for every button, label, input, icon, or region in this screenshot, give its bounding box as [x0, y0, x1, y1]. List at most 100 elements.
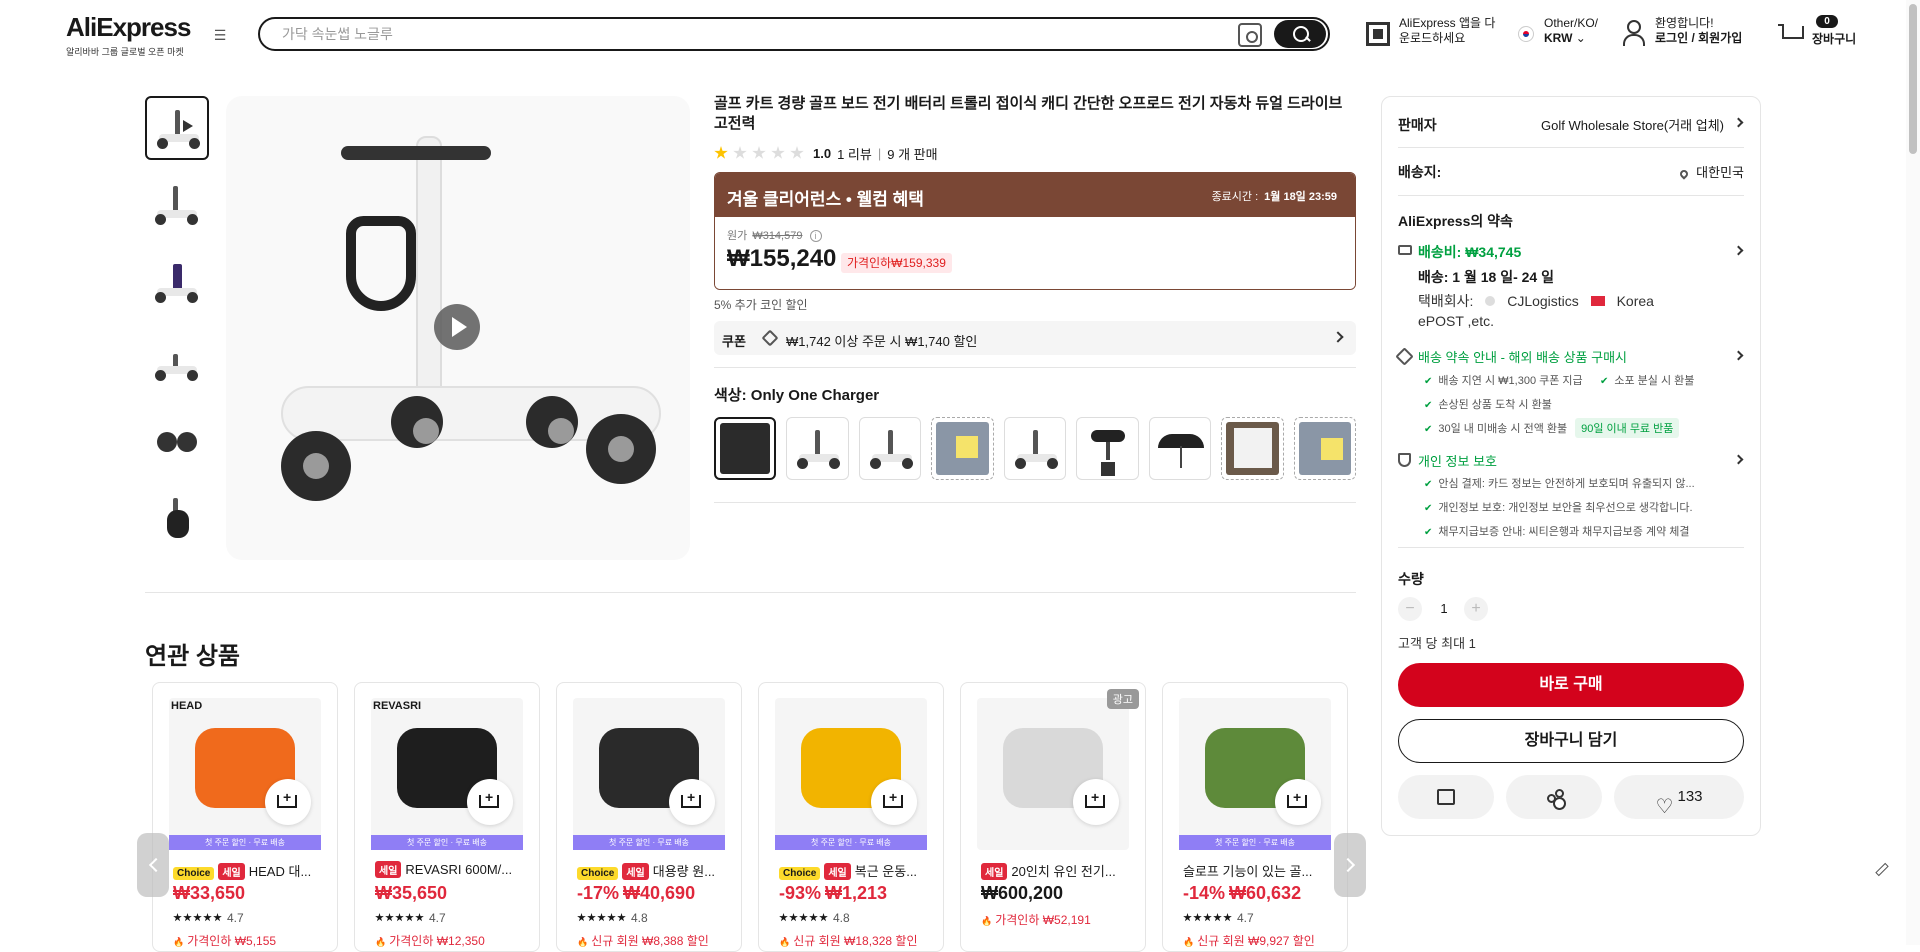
page-scrollbar[interactable]	[1906, 0, 1920, 945]
discount-percent: -93%	[779, 883, 822, 903]
product-image[interactable]	[573, 698, 725, 850]
related-product-card[interactable]: 첫 주문 할인 · 무료 배송 Choice세일대용량 원... -17%₩40,6…	[556, 682, 742, 952]
product-name-row[interactable]: Choice 세일 HEAD 대...	[173, 861, 333, 880]
cart-link[interactable]: 장바구니	[1812, 32, 1856, 47]
info-icon[interactable]: i	[809, 230, 822, 242]
aliexpress-logo[interactable]: AliExpress 알리바바 그룹 글로벌 오픈 마켓	[66, 12, 191, 58]
seller-row[interactable]: 판매자 Golf Wholesale Store(거래 업체)	[1398, 115, 1744, 135]
thumbnail-image[interactable]	[145, 330, 209, 394]
app-download-link[interactable]: AliExpress 앱을 다 운로드하세요	[1399, 16, 1495, 46]
swatch-umbrella[interactable]	[1148, 417, 1212, 480]
share-icon	[1546, 789, 1564, 805]
swatch-doc[interactable]	[1221, 417, 1284, 480]
product-name-row[interactable]: Choice 세일 복근 운동...	[779, 861, 939, 880]
heart-icon	[1655, 785, 1673, 829]
star-icon	[597, 913, 606, 922]
share-button[interactable]	[1506, 775, 1602, 819]
quantity-value[interactable]: 1	[1434, 601, 1454, 616]
swatch-scooter-2[interactable]	[1003, 417, 1067, 480]
star-icon	[203, 913, 212, 922]
main-product-image[interactable]	[226, 96, 690, 560]
add-to-cart-icon[interactable]	[669, 779, 715, 825]
product-image[interactable]: REVASRI	[371, 698, 523, 850]
promo-banner: 겨울 클리어런스 • 웰컴 혜택 종료시간 : 1월 18일 23:59	[715, 173, 1355, 217]
add-to-cart-button[interactable]: 장바구니 담기	[1398, 719, 1744, 763]
thumbnail-image[interactable]	[145, 174, 209, 238]
star-icon	[375, 913, 384, 922]
thumbnail-image[interactable]	[145, 252, 209, 316]
ship-to-row[interactable]: 배송지: 대한민국	[1398, 162, 1744, 182]
region-selector[interactable]: Other/KO/ KRW ⌄	[1544, 16, 1598, 46]
scooter-pole	[416, 136, 442, 396]
coupon-row[interactable]: 쿠폰 ₩1,742 이상 주문 시 ₩1,740 할인	[714, 321, 1356, 355]
sale-badge: 세일	[981, 863, 1008, 880]
add-to-cart-icon[interactable]	[871, 779, 917, 825]
store-button[interactable]	[1398, 775, 1494, 819]
sale-price: ₩155,240	[727, 245, 837, 272]
product-name-row[interactable]: Choice 세일 대용량 원...	[577, 861, 737, 880]
login-link[interactable]: 환영합니다! 로그인 / 회원가입	[1655, 16, 1742, 46]
epost-logo-icon	[1590, 296, 1605, 306]
related-product-card[interactable]: 광고세일20인치 유인 전기... ₩600,200 🔥가격인하 ₩52,191	[960, 682, 1146, 952]
related-product-card[interactable]: REVASRI 첫 주문 할인 · 무료 배송세일REVASRI 600M/...…	[354, 682, 540, 952]
ship-to-country: 대한민국	[1696, 165, 1744, 180]
video-play-button[interactable]	[434, 304, 480, 350]
star-icon	[809, 913, 818, 922]
add-to-cart-icon[interactable]	[467, 779, 513, 825]
add-to-cart-icon[interactable]	[265, 779, 311, 825]
swatch-scooter-bag[interactable]	[858, 417, 922, 480]
swatch-charger[interactable]	[714, 417, 777, 480]
product-image[interactable]	[1179, 698, 1331, 850]
user-icon[interactable]	[1622, 20, 1645, 46]
coin-discount: 5% 추가 코인 할인	[714, 298, 808, 312]
quantity-increase-button[interactable]: +	[1464, 597, 1488, 621]
product-name-row[interactable]: 슬로프 기능이 있는 골...	[1183, 861, 1343, 880]
discount-badge: 가격인하₩159,339	[841, 253, 952, 273]
add-to-cart-icon[interactable]	[1073, 779, 1119, 825]
feedback-edit-icon[interactable]	[1872, 860, 1888, 876]
thumbnail-video[interactable]	[145, 96, 209, 160]
cart-icon[interactable]	[1778, 22, 1804, 44]
carousel-next-button[interactable]	[1334, 833, 1366, 897]
first-order-strip: 첫 주문 할인 · 무료 배송	[775, 835, 927, 850]
star-icon	[577, 913, 586, 922]
product-name-row[interactable]: 세일 20인치 유인 전기...	[981, 861, 1141, 880]
related-product-card[interactable]: HEAD첫 주문 할인 · 무료 배송Choice세일HEAD 대...₩33,…	[152, 682, 338, 952]
search-input[interactable]	[282, 24, 1182, 44]
privacy-title[interactable]: 개인 정보 보호	[1418, 451, 1744, 470]
star-icon	[1183, 913, 1192, 922]
search-button[interactable]	[1274, 20, 1326, 48]
product-image[interactable]	[775, 698, 927, 850]
star-icon	[183, 913, 192, 922]
swatch-note-2[interactable]	[1293, 417, 1356, 480]
menu-icon[interactable]: ☰	[210, 27, 230, 45]
delivery-guarantee-icon	[1395, 347, 1414, 366]
shield-icon	[1398, 453, 1411, 467]
guarantee-item-refund: 30일 내 미배송 시 전액 환불 90일 이내 무료 반품	[1424, 418, 1680, 438]
review-count[interactable]: 1 리뷰	[837, 144, 872, 163]
delivery-guarantee-title[interactable]: 배송 약속 안내 - 해외 배송 상품 구매시	[1418, 347, 1744, 366]
product-price: ₩40,690	[623, 883, 696, 903]
carousel-prev-button[interactable]	[137, 833, 169, 897]
buy-now-button[interactable]: 바로 구매	[1398, 663, 1744, 707]
rating-value: 4.7	[1237, 911, 1254, 925]
qr-code-icon[interactable]	[1366, 22, 1390, 46]
shipping-fee[interactable]: 배송비: ₩34,745	[1418, 242, 1744, 262]
thumbnail-image[interactable]	[145, 486, 209, 550]
product-image[interactable]	[977, 698, 1129, 850]
swatch-seat[interactable]	[1076, 417, 1139, 480]
related-product-card[interactable]: 첫 주문 할인 · 무료 배송 Choice세일복근 운동... -93%₩1,21…	[758, 682, 944, 952]
image-search-icon[interactable]	[1238, 23, 1262, 47]
promo-title: 겨울 클리어런스 • 웰컴 혜택	[727, 190, 924, 209]
quantity-decrease-button[interactable]: −	[1398, 597, 1422, 621]
related-product-card[interactable]: 첫 주문 할인 · 무료 배송슬로프 기능이 있는 골... -14%₩60,63…	[1162, 682, 1348, 952]
scrollbar-thumb[interactable]	[1909, 4, 1917, 154]
logo-subtitle: 알리바바 그룹 글로벌 오픈 마켓	[66, 47, 184, 57]
thumbnail-image[interactable]	[145, 408, 209, 472]
swatch-note[interactable]	[931, 417, 994, 480]
wishlist-button[interactable]: 133	[1614, 775, 1744, 829]
swatch-scooter[interactable]	[786, 417, 849, 480]
add-to-cart-icon[interactable]	[1275, 779, 1321, 825]
product-name-row[interactable]: 세일 REVASRI 600M/...	[375, 861, 535, 878]
product-image[interactable]: HEAD	[169, 698, 321, 850]
